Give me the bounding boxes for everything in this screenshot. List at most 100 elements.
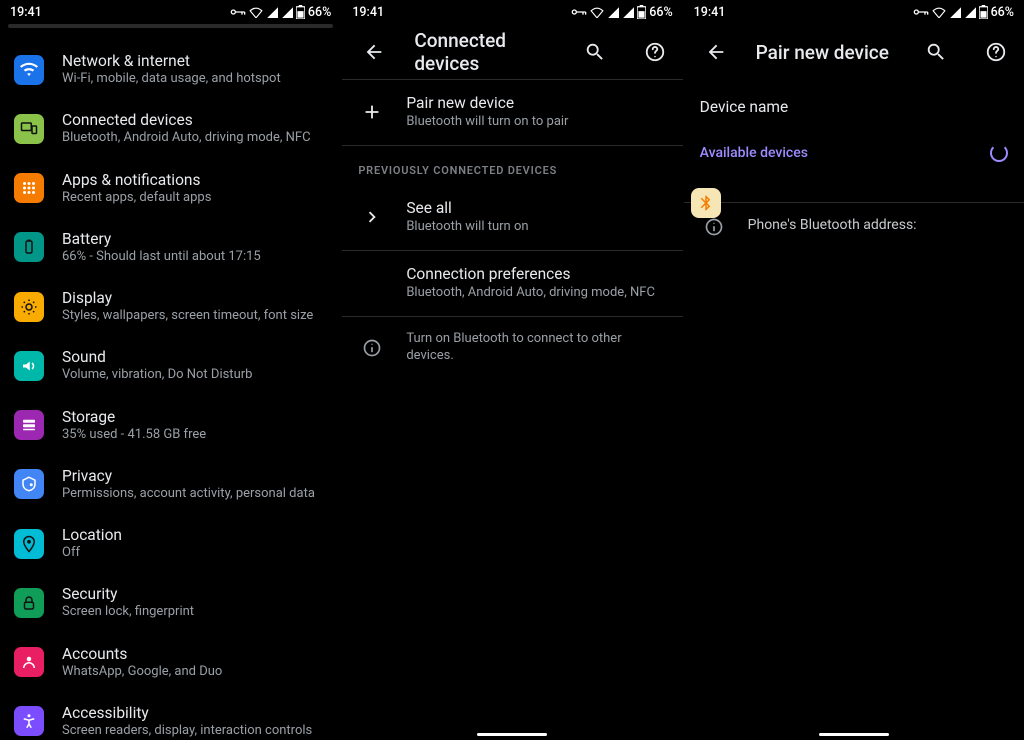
status-battery: 66% (308, 5, 331, 20)
row-sub: Bluetooth will turn on (406, 219, 666, 236)
signal-icon (266, 6, 278, 18)
info-icon (704, 217, 724, 237)
settings-item-privacy[interactable]: Privacy Permissions, account activity, p… (0, 455, 341, 514)
info-row: Turn on Bluetooth to connect to other de… (342, 317, 682, 379)
help-icon (985, 41, 1007, 63)
arrow-back-icon (705, 41, 727, 63)
item-sub: Off (62, 545, 122, 561)
back-button[interactable] (696, 32, 736, 72)
nav-indicator[interactable] (477, 733, 547, 736)
apps-icon (14, 173, 44, 203)
signal-icon (949, 6, 961, 18)
plus-icon (361, 101, 383, 123)
item-title: Apps & notifications (62, 171, 211, 189)
item-title: Storage (62, 408, 206, 426)
page-title: Connected devices (414, 29, 554, 75)
signal-icon (964, 6, 976, 18)
connection-preferences-row[interactable]: Connection preferences Bluetooth, Androi… (342, 251, 682, 317)
status-bar: 19:41 66% (342, 0, 682, 24)
vpn-icon (230, 7, 246, 17)
devices-icon (14, 114, 44, 144)
pair-new-device-row[interactable]: Pair new device Bluetooth will turn on t… (342, 80, 682, 146)
wifi-icon (590, 6, 604, 18)
section-label: PREVIOUSLY CONNECTED DEVICES (342, 146, 682, 185)
available-devices-label: Available devices (700, 145, 808, 161)
device-name-label: Device name (700, 98, 789, 116)
status-battery: 66% (649, 5, 672, 20)
bluetooth-icon (697, 194, 715, 212)
settings-item-apps[interactable]: Apps & notifications Recent apps, defaul… (0, 159, 341, 218)
battery-icon (979, 5, 988, 19)
row-title: Connection preferences (406, 265, 666, 283)
loading-spinner-icon (990, 144, 1008, 162)
chevron-right-icon (361, 206, 383, 228)
item-sub: Styles, wallpapers, screen timeout, font… (62, 308, 313, 324)
settings-item-storage[interactable]: Storage 35% used - 41.58 GB free (0, 396, 341, 455)
security-icon (14, 588, 44, 618)
nav-indicator[interactable] (819, 733, 889, 736)
location-icon (14, 529, 44, 559)
item-sub: WhatsApp, Google, and Duo (62, 664, 222, 680)
status-icons: 66% (913, 5, 1014, 20)
settings-item-wifi[interactable]: Network & internet Wi-Fi, mobile, data u… (0, 40, 341, 99)
settings-item-accounts[interactable]: Accounts WhatsApp, Google, and Duo (0, 633, 341, 692)
settings-item-security[interactable]: Security Screen lock, fingerprint (0, 573, 341, 632)
status-time: 19:41 (694, 5, 726, 20)
status-bar: 19:41 66% (684, 0, 1024, 24)
settings-item-display[interactable]: Display Styles, wallpapers, screen timeo… (0, 277, 341, 336)
settings-item-battery[interactable]: Battery 66% - Should last until about 17… (0, 218, 341, 277)
battery-icon (296, 5, 305, 19)
signal-icon (622, 6, 634, 18)
wifi-icon (14, 55, 44, 85)
display-icon (14, 292, 44, 322)
item-sub: Screen lock, fingerprint (62, 604, 194, 620)
accessibility-icon (14, 706, 44, 736)
search-button[interactable] (916, 32, 956, 72)
status-time: 19:41 (10, 5, 42, 20)
battery-icon (14, 232, 44, 262)
topbar: Pair new device (684, 24, 1024, 80)
back-button[interactable] (354, 32, 394, 72)
see-all-row[interactable]: See all Bluetooth will turn on (342, 185, 682, 251)
row-title: See all (406, 199, 666, 217)
row-sub: Bluetooth will turn on to pair (406, 114, 666, 131)
item-title: Accounts (62, 645, 222, 663)
search-button[interactable] (575, 32, 615, 72)
row-sub: Bluetooth, Android Auto, driving mode, N… (406, 285, 666, 302)
status-time: 19:41 (352, 5, 384, 20)
wifi-icon (932, 6, 946, 18)
help-button[interactable] (976, 32, 1016, 72)
item-title: Accessibility (62, 704, 312, 722)
status-bar: 19:41 66% (0, 0, 341, 24)
settings-item-sound[interactable]: Sound Volume, vibration, Do Not Disturb (0, 336, 341, 395)
search-icon (925, 41, 947, 63)
item-title: Location (62, 526, 122, 544)
item-sub: Screen readers, display, interaction con… (62, 723, 312, 739)
bt-address-row: Phone's Bluetooth address: (684, 202, 1024, 251)
vpn-icon (571, 7, 587, 17)
wifi-icon (249, 6, 263, 18)
info-icon (362, 338, 382, 358)
settings-item-location[interactable]: Location Off (0, 514, 341, 573)
item-title: Network & internet (62, 52, 281, 70)
item-sub: Volume, vibration, Do Not Disturb (62, 367, 252, 383)
vpn-icon (913, 7, 929, 17)
item-sub: 66% - Should last until about 17:15 (62, 249, 261, 265)
item-sub: Wi-Fi, mobile, data usage, and hotspot (62, 71, 281, 87)
item-title: Display (62, 289, 313, 307)
device-name-row[interactable]: Device name (684, 80, 1024, 134)
row-title: Pair new device (406, 94, 666, 112)
bluetooth-fab[interactable] (691, 188, 721, 218)
item-sub: Bluetooth, Android Auto, driving mode, N… (62, 130, 311, 146)
settings-list[interactable]: Network & internet Wi-Fi, mobile, data u… (0, 28, 341, 740)
settings-item-devices[interactable]: Connected devices Bluetooth, Android Aut… (0, 99, 341, 158)
topbar: Connected devices (342, 24, 682, 80)
help-button[interactable] (635, 32, 675, 72)
search-icon (584, 41, 606, 63)
settings-item-accessibility[interactable]: Accessibility Screen readers, display, i… (0, 692, 341, 740)
item-title: Battery (62, 230, 261, 248)
info-text: Phone's Bluetooth address: (748, 217, 917, 233)
info-text: Turn on Bluetooth to connect to other de… (406, 331, 666, 365)
pair-new-device-pane: 19:41 66% Pair new device Device name Av… (683, 0, 1024, 740)
help-icon (644, 41, 666, 63)
